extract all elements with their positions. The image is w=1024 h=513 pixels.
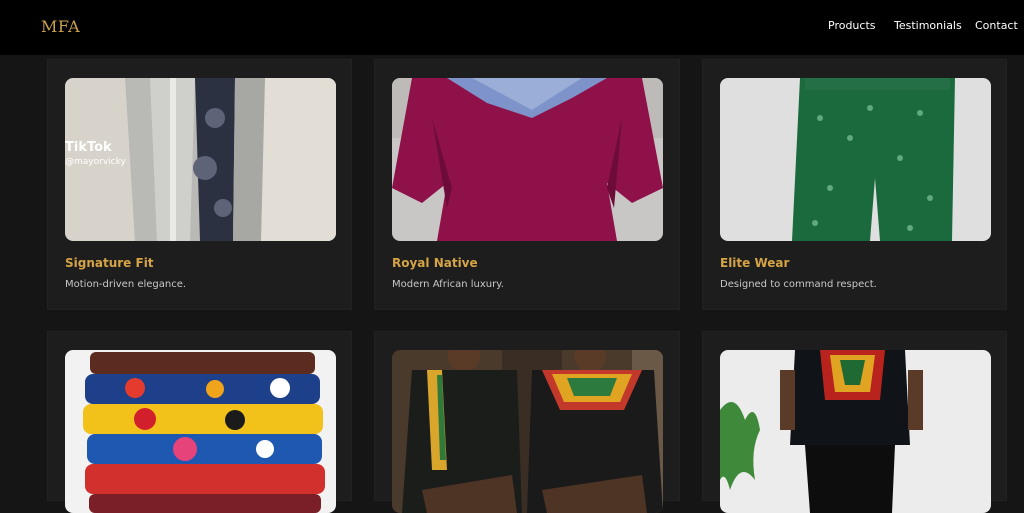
product-image[interactable]: TikTok @mayorvicky [65, 78, 336, 241]
site-logo[interactable]: MFA [41, 17, 80, 36]
product-title[interactable]: Royal Native [392, 256, 478, 270]
product-image[interactable] [392, 78, 663, 241]
product-card-elite-wear[interactable]: Elite Wear Designed to command respect. [702, 59, 1007, 310]
tiktok-watermark: TikTok @mayorvicky [65, 140, 126, 167]
product-title[interactable]: Signature Fit [65, 256, 154, 270]
product-image[interactable] [720, 78, 991, 241]
product-card-6[interactable] [702, 331, 1007, 513]
nav-link-contact[interactable]: Contact [975, 19, 1018, 32]
nav-link-products[interactable]: Products [828, 19, 876, 32]
tiktok-handle: @mayorvicky [65, 157, 126, 167]
product-card-royal-native[interactable]: Royal Native Modern African luxury. [374, 59, 680, 310]
product-description: Motion-driven elegance. [65, 279, 187, 290]
product-image[interactable] [392, 350, 663, 513]
product-card-4[interactable] [47, 331, 352, 513]
nav-link-testimonials[interactable]: Testimonials [894, 19, 962, 32]
product-description: Designed to command respect. [720, 279, 877, 290]
tiktok-brand: TikTok [65, 140, 112, 155]
product-card-signature-fit[interactable]: TikTok @mayorvicky Signature Fit Motion-… [47, 59, 352, 310]
product-image[interactable] [65, 350, 336, 513]
product-image[interactable] [720, 350, 991, 513]
product-title[interactable]: Elite Wear [720, 256, 789, 270]
top-navbar: MFA Products Testimonials Contact [0, 0, 1024, 55]
product-card-5[interactable] [374, 331, 680, 513]
product-description: Modern African luxury. [392, 279, 504, 290]
